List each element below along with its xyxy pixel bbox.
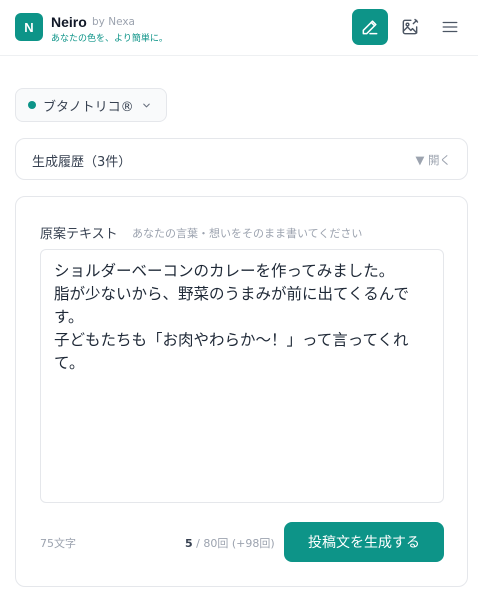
menu-button[interactable]	[432, 9, 468, 45]
draft-hint: あなたの言葉・想いをそのまま書いてください	[132, 227, 363, 240]
brand-name: Neiro	[51, 14, 87, 30]
persona-status-dot	[28, 101, 36, 109]
draft-textarea[interactable]: ショルダーベーコンのカレーを作ってみました。 脂が少ないから、野菜のうまみが前に…	[40, 249, 444, 503]
history-title: 生成履歴（3件）	[32, 155, 132, 170]
usage-rest: / 80回 (+98回)	[192, 537, 275, 550]
chevron-down-icon	[142, 103, 150, 107]
usage-counter: 5 / 80回 (+98回)	[185, 535, 275, 551]
char-count: 75文字	[40, 537, 76, 550]
persona-selector[interactable]: ブタノトリコ®	[15, 88, 167, 122]
draft-label: 原案テキスト	[40, 227, 118, 242]
persona-label: ブタノトリコ®	[43, 99, 134, 115]
image-edit-button[interactable]	[392, 9, 428, 45]
image-edit-icon	[402, 18, 419, 35]
compose-card: 原案テキスト あなたの言葉・想いをそのまま書いてください ショルダーベーコンのカ…	[15, 196, 468, 587]
app-header: N Neiro by Nexa あなたの色を、より簡単に。	[0, 0, 478, 56]
history-toggle[interactable]: ▼ 開く	[416, 152, 452, 168]
compose-button[interactable]	[352, 9, 388, 45]
generate-button[interactable]: 投稿文を生成する	[284, 522, 444, 562]
usage-used: 5	[185, 537, 193, 550]
history-panel[interactable]: 生成履歴（3件） ▼ 開く	[15, 138, 468, 180]
brand-tagline: あなたの色を、より簡単に。	[51, 34, 168, 44]
app-logo[interactable]: N	[15, 13, 43, 41]
brand-by-label: by Nexa	[92, 16, 135, 28]
hamburger-menu-icon	[442, 21, 458, 33]
pencil-icon	[362, 20, 378, 35]
